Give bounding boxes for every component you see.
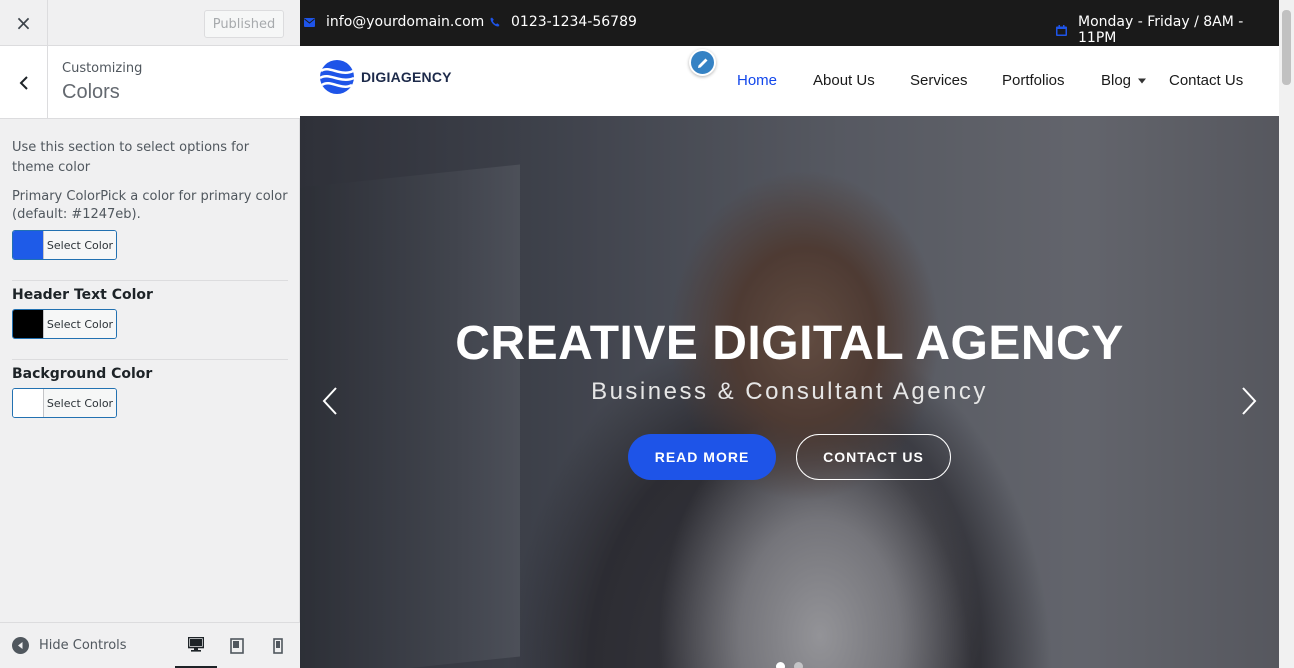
customizer-sidebar: × Published Customizing Colors Use this … (0, 0, 300, 668)
published-button[interactable]: Published (204, 10, 284, 38)
nav-services[interactable]: Services (910, 72, 968, 89)
read-more-button[interactable]: READ MORE (628, 434, 776, 480)
hero-subtitle: Business & Consultant Agency (591, 378, 988, 405)
topbar-email[interactable]: info@yourdomain.com (304, 14, 484, 30)
tablet-preview-button[interactable] (216, 623, 258, 668)
background-select-color-label: Select Color (43, 389, 116, 417)
desktop-icon (188, 637, 204, 652)
chevron-right-icon (1242, 387, 1257, 415)
caret-down-icon (1138, 78, 1147, 83)
hide-controls-button[interactable]: Hide Controls (12, 637, 127, 654)
header-select-color-label: Select Color (43, 310, 116, 338)
collapse-arrow-icon (12, 637, 29, 654)
pencil-icon (697, 58, 707, 68)
section-title: Colors (62, 81, 120, 103)
back-button[interactable] (0, 46, 48, 119)
site-logo[interactable]: DIGIAGENCY (319, 59, 452, 95)
edit-shortcut-button[interactable] (689, 49, 716, 76)
site-preview: info@yourdomain.com 0123-1234-56789 Mond… (300, 0, 1294, 668)
colors-controls: Use this section to select options for t… (12, 138, 288, 418)
chevron-left-icon (19, 75, 28, 90)
primary-color-description: Primary ColorPick a color for primary co… (12, 189, 288, 222)
divider (12, 280, 288, 281)
primary-color-swatch (13, 231, 43, 259)
header-text-color-swatch (13, 310, 43, 338)
nav-contact-us[interactable]: Contact Us (1169, 72, 1243, 89)
slider-prev-arrow[interactable] (320, 386, 342, 420)
mobile-preview-button[interactable] (257, 623, 299, 668)
background-color-title: Background Color (12, 366, 153, 382)
mobile-icon (273, 638, 283, 654)
slider-dot[interactable] (776, 662, 785, 668)
phone-text: 0123-1234-56789 (511, 14, 637, 30)
nav-blog[interactable]: Blog (1101, 72, 1147, 89)
chevron-left-icon (322, 387, 337, 415)
logo-text: DIGIAGENCY (361, 69, 452, 85)
close-customizer-button[interactable]: × (0, 0, 48, 46)
slider-dots (776, 662, 812, 668)
desktop-preview-button[interactable] (175, 623, 217, 668)
top-info-bar: info@yourdomain.com 0123-1234-56789 Mond… (300, 0, 1279, 46)
hero-title: CREATIVE DIGITAL AGENCY (455, 317, 1124, 370)
section-header: Customizing Colors (0, 46, 300, 119)
site-navbar: DIGIAGENCY Home About Us Services Portfo… (300, 46, 1279, 116)
background-color-picker[interactable]: Select Color (12, 388, 117, 418)
primary-select-color-label: Select Color (43, 231, 116, 259)
logo-mark-icon (319, 60, 355, 94)
breadcrumb: Customizing (62, 61, 143, 76)
nav-about-us[interactable]: About Us (813, 72, 875, 89)
background-color-swatch (13, 389, 43, 417)
divider (12, 359, 288, 360)
preview-scrollbar[interactable] (1279, 0, 1294, 668)
section-description: Use this section to select options for t… (12, 140, 250, 175)
primary-color-picker[interactable]: Select Color (12, 230, 117, 260)
envelope-icon (304, 17, 315, 27)
email-text: info@yourdomain.com (326, 14, 485, 30)
phone-icon (490, 17, 500, 27)
topbar-phone[interactable]: 0123-1234-56789 (490, 14, 637, 30)
topbar-hours: Monday - Friday / 8AM - 11PM (1056, 14, 1279, 46)
header-text-color-picker[interactable]: Select Color (12, 309, 117, 339)
header-text-color-title: Header Text Color (12, 287, 153, 303)
scrollbar-thumb[interactable] (1282, 10, 1291, 85)
tablet-icon (230, 638, 244, 654)
slider-dot[interactable] (794, 662, 803, 668)
slider-next-arrow[interactable] (1237, 386, 1259, 420)
nav-home[interactable]: Home (737, 72, 777, 89)
nav-portfolios[interactable]: Portfolios (1002, 72, 1065, 89)
customizer-footer: Hide Controls (0, 622, 300, 668)
contact-us-button[interactable]: CONTACT US (796, 434, 951, 480)
hide-controls-label: Hide Controls (39, 638, 127, 653)
close-icon: × (15, 11, 32, 35)
calendar-icon (1056, 24, 1067, 36)
hero-slider: CREATIVE DIGITAL AGENCY Business & Consu… (300, 116, 1279, 668)
nav-blog-label: Blog (1101, 72, 1132, 89)
hours-text: Monday - Friday / 8AM - 11PM (1078, 14, 1244, 46)
customizer-header: × Published (0, 0, 300, 46)
